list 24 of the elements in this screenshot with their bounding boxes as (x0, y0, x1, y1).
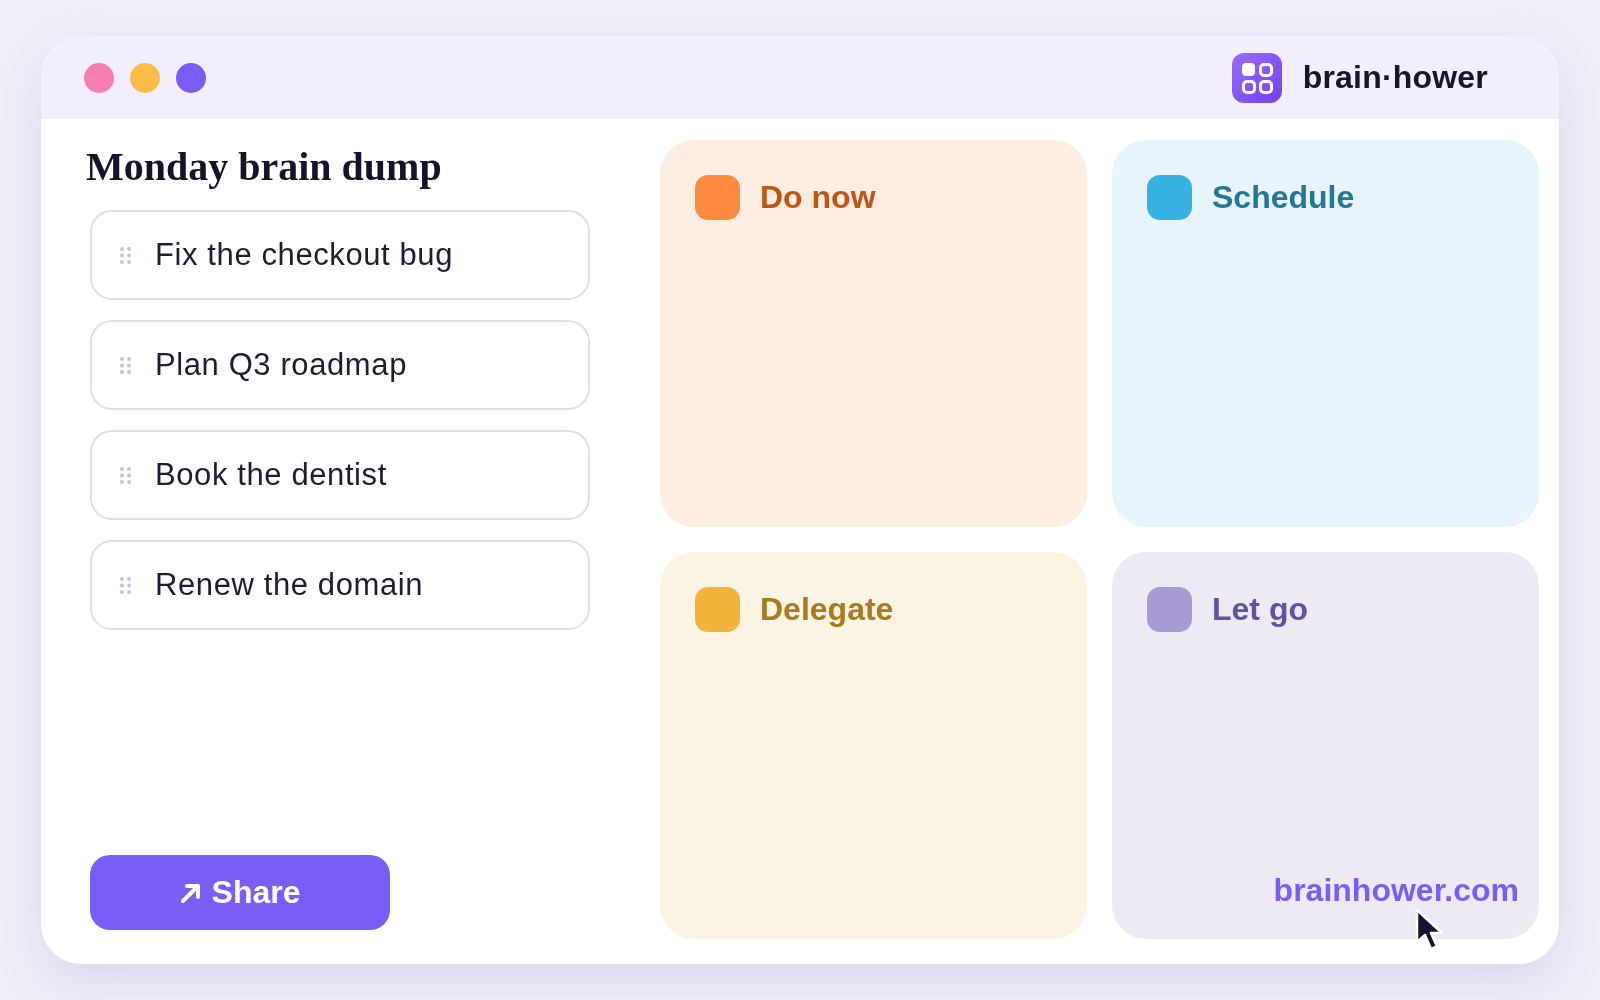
brand-name: brain·hower (1302, 59, 1488, 96)
quadrant-title: Let go (1212, 591, 1308, 628)
task-card[interactable]: Plan Q3 roadmap (90, 320, 590, 410)
drag-handle-icon[interactable] (120, 356, 131, 374)
drag-handle-icon[interactable] (120, 466, 131, 484)
quadrant-title: Schedule (1212, 179, 1355, 216)
task-text: Renew the domain (155, 567, 424, 603)
task-text: Plan Q3 roadmap (155, 347, 407, 383)
window-control-icon[interactable] (84, 62, 114, 93)
quadrant-title: Do now (760, 179, 876, 216)
website-link[interactable]: brainhower.com (1273, 873, 1519, 907)
window-control-icon[interactable] (176, 62, 206, 93)
quadrant-title: Delegate (760, 591, 894, 628)
drag-handle-icon[interactable] (120, 246, 131, 264)
arrow-up-right-icon (179, 881, 202, 904)
task-text: Fix the checkout bug (155, 237, 454, 273)
share-button[interactable]: Share (90, 855, 390, 930)
task-card[interactable]: Book the dentist (90, 430, 590, 520)
task-card[interactable]: Renew the domain (90, 540, 590, 630)
four-squares-logo-icon (1231, 52, 1282, 103)
drag-handle-icon[interactable] (120, 576, 131, 594)
task-text: Book the dentist (155, 457, 387, 493)
task-card[interactable]: Fix the checkout bug (90, 210, 590, 300)
list-title: Monday brain dump (86, 144, 442, 190)
